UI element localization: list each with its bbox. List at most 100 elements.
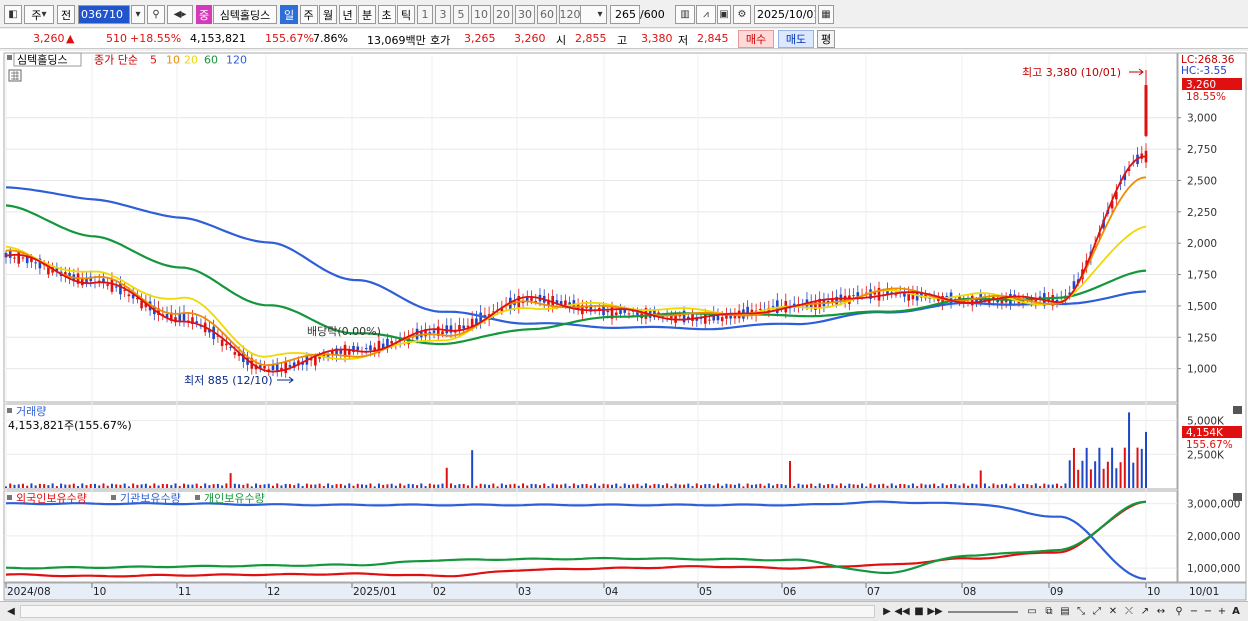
interval-button-5[interactable]: 30 [515, 5, 535, 24]
volume-bar [933, 483, 936, 488]
candle-body [390, 340, 393, 344]
chart-canvas[interactable]: 3,000 2,750 2,500 2,250 2,000 1,750 1,500 1,250… [0, 51, 1248, 601]
auto-scale-icon[interactable]: A [1230, 603, 1242, 620]
buy-button[interactable]: 매수 [738, 30, 774, 48]
speed-slider[interactable] [948, 611, 1018, 613]
period-tab-1[interactable]: 주 [299, 5, 318, 24]
ma-legend-20[interactable]: 20 [184, 54, 198, 67]
volume-bar [649, 485, 652, 488]
ma-legend-120[interactable]: 120 [226, 54, 247, 67]
holdings-legend-2[interactable]: 개인보유수량 [204, 492, 265, 505]
prev-button[interactable]: 전 [57, 5, 75, 24]
trendline-icon[interactable]: ⤢ [1090, 603, 1104, 620]
interval-button-6[interactable]: 60 [537, 5, 557, 24]
interval-button-4[interactable]: 20 [493, 5, 513, 24]
sell-button[interactable]: 매도 [778, 30, 814, 48]
ma-legend-60[interactable]: 60 [204, 54, 218, 67]
volume-bar [1136, 447, 1139, 488]
search-button[interactable]: ⚲ [147, 5, 165, 24]
volume-panel[interactable] [3, 403, 1178, 490]
stock-badge: 중 [196, 5, 212, 24]
zoom-in-icon[interactable]: + [1216, 603, 1228, 620]
candle-body [178, 314, 182, 321]
volume-bar [55, 486, 58, 488]
holdings-legend-0[interactable]: 외국인보유수량 [16, 492, 87, 505]
volume-bar [403, 485, 406, 488]
x-axis-label: 03 [518, 586, 531, 598]
scroll-left-icon[interactable]: ◀ [4, 603, 18, 620]
period-tab-5[interactable]: 초 [377, 5, 396, 24]
volume-bar [954, 483, 957, 488]
candle-body [114, 286, 118, 288]
zoom-out-icon[interactable]: − [1188, 603, 1200, 620]
volume-bar [619, 486, 622, 488]
search-icon: ⚲ [152, 9, 160, 20]
period-icon[interactable]: ▤ [1058, 603, 1072, 620]
ma-legend-10[interactable]: 10 [166, 54, 180, 67]
volume-bar [805, 484, 808, 488]
period-tab-2[interactable]: 월 [319, 5, 337, 24]
volume-bar [106, 485, 109, 488]
chart-area[interactable]: 3,000 2,750 2,500 2,250 2,000 1,750 1,500 1,250… [0, 51, 1248, 601]
play-icon[interactable]: ▶ [880, 603, 894, 620]
hline-icon[interactable]: ↔ [1154, 603, 1168, 620]
price-y-tick: 1,250 [1187, 332, 1217, 344]
volume-bar [572, 483, 575, 488]
stop-icon[interactable]: ■ [912, 603, 926, 620]
window-menu-icon[interactable]: ◧ [4, 5, 22, 24]
gear-icon[interactable]: ⚙ [733, 5, 751, 24]
volume-bar [85, 485, 88, 488]
interval-button-1[interactable]: 3 [435, 5, 451, 24]
drawing-icon[interactable]: ⤡ [1074, 603, 1088, 620]
volume-bar [449, 483, 452, 488]
count-input[interactable]: 265 [610, 5, 640, 24]
price-y-tick: 1,500 [1187, 301, 1217, 313]
ma-legend-5[interactable]: 5 [150, 54, 157, 67]
interval-button-2[interactable]: 5 [453, 5, 469, 24]
holdings-legend-1[interactable]: 기관보유수량 [120, 492, 181, 505]
period-tab-6[interactable]: 틱 [397, 5, 415, 24]
volume-bar [344, 485, 347, 488]
arrow-icon[interactable]: ↗ [1138, 603, 1152, 620]
volume-bar [259, 484, 262, 488]
period-tab-3[interactable]: 년 [338, 5, 357, 24]
calendar-icon[interactable]: ▦ [818, 5, 834, 24]
save-icon[interactable]: ▣ [717, 5, 731, 24]
erase-icon[interactable]: ⤬ [1122, 603, 1136, 620]
date-input[interactable]: 2025/10/01 [754, 5, 816, 24]
scroll-track[interactable] [20, 605, 875, 618]
candle-icon[interactable]: ▥ [675, 5, 695, 24]
candle-body [852, 295, 855, 297]
interval-button-7[interactable]: 120 [559, 5, 581, 24]
volume-bar [144, 483, 147, 488]
stock-code-input[interactable]: 036710 [78, 5, 130, 24]
zoom-icon[interactable]: ⚲ [1172, 603, 1186, 620]
price-panel[interactable] [3, 52, 1178, 403]
rewind-icon[interactable]: ◀◀ [894, 603, 909, 620]
sound-button[interactable]: ◀▸ [167, 5, 193, 24]
zoom-minus-icon[interactable]: − [1202, 603, 1214, 620]
panel-close-icon[interactable] [1233, 406, 1242, 414]
zoom-box-icon[interactable]: ▭ [1025, 603, 1039, 620]
volume-bar [822, 485, 825, 488]
volume-bar [937, 486, 940, 488]
period-tab-4[interactable]: 분 [358, 5, 376, 24]
panel-close-icon[interactable] [1233, 493, 1242, 501]
volume-bar [776, 483, 779, 488]
forward-icon[interactable]: ▶▶ [927, 603, 942, 620]
compare-icon[interactable]: ⧉ [1042, 603, 1056, 620]
volume-bar [958, 485, 961, 488]
eval-button[interactable]: 평 [817, 30, 835, 48]
volume-bar [530, 483, 533, 488]
interval-button-0[interactable]: 1 [417, 5, 433, 24]
volume-bar [327, 483, 330, 488]
interval-button-3[interactable]: 10 [471, 5, 491, 24]
cross-icon[interactable]: ✕ [1106, 603, 1120, 620]
volume-bar [733, 484, 736, 488]
period-tab-0[interactable]: 일 [280, 5, 298, 24]
code-dropdown-button[interactable]: ▾ [131, 5, 145, 24]
volume-bar [526, 485, 529, 488]
market-select[interactable]: 주 ▾ [24, 5, 54, 24]
indicator-icon[interactable]: ⩘ [696, 5, 716, 24]
volume-bar [568, 486, 571, 488]
